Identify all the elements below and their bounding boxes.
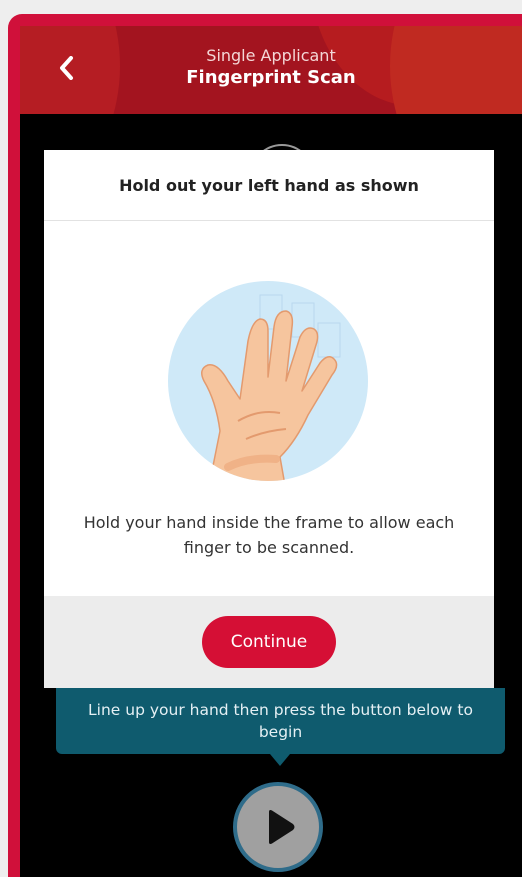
instruction-tooltip: Line up your hand then press the button …	[56, 688, 505, 766]
start-scan-button[interactable]	[233, 782, 323, 872]
left-hand-icon	[201, 294, 341, 481]
dialog-footer: Continue	[44, 596, 494, 688]
play-icon	[269, 810, 295, 844]
hand-illustration	[168, 281, 368, 481]
dialog-instruction: Hold your hand inside the frame to allow…	[83, 513, 455, 557]
hand-position-dialog: Hold out your left hand as shown Hold yo…	[44, 150, 494, 688]
app-header: Single Applicant Fingerprint Scan	[20, 26, 522, 114]
dialog-title: Hold out your left hand as shown	[119, 175, 419, 195]
continue-button[interactable]: Continue	[202, 616, 336, 668]
page-title: Fingerprint Scan	[186, 67, 356, 88]
tooltip-text: Line up your hand then press the button …	[88, 701, 473, 741]
dialog-heading: Hold out your left hand as shown	[44, 150, 494, 221]
header-subtitle: Single Applicant	[206, 46, 336, 65]
header-titles: Single Applicant Fingerprint Scan	[20, 46, 522, 90]
